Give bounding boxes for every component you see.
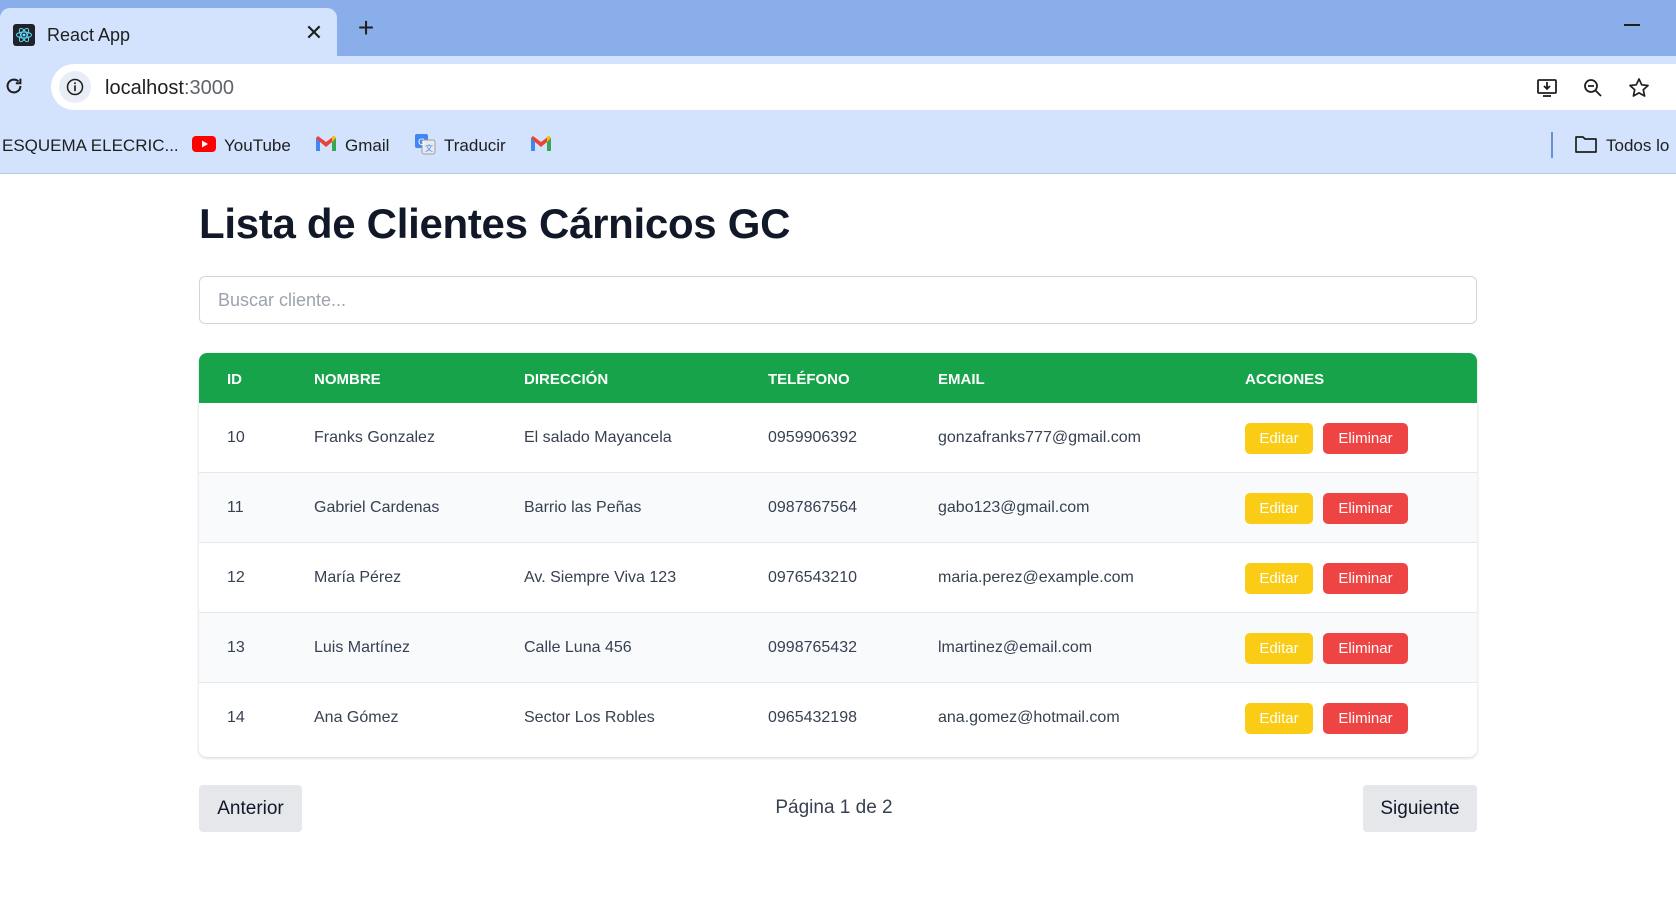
folder-icon (1574, 134, 1598, 159)
gmail-icon (315, 135, 337, 157)
delete-button[interactable]: Eliminar (1323, 703, 1408, 734)
edit-button[interactable]: Editar (1245, 563, 1313, 594)
table-row: 10 Franks Gonzalez El salado Mayancela 0… (199, 403, 1477, 473)
cell-id: 14 (227, 709, 245, 726)
cell-id: 13 (227, 639, 245, 656)
cell-nombre: Luis Martínez (314, 639, 411, 656)
page-title: Lista de Clientes Cárnicos GC (199, 200, 791, 247)
cell-telefono: 0965432198 (768, 709, 857, 726)
svg-text:G: G (418, 138, 425, 148)
bookmarks-bar: ESQUEMA ELECRIC... YouTube Gmail G文 Trad… (0, 118, 1676, 174)
cell-telefono: 0959906392 (768, 429, 857, 446)
edit-button[interactable]: Editar (1245, 703, 1313, 734)
bookmark-item-gmail[interactable]: Gmail (315, 133, 389, 159)
edit-button[interactable]: Editar (1245, 633, 1313, 664)
browser-tab[interactable]: React App ✕ (0, 8, 337, 56)
next-page-button[interactable]: Siguiente (1363, 785, 1477, 832)
bookmark-star-icon[interactable] (1626, 75, 1652, 101)
cell-nombre: Ana Gómez (314, 709, 399, 726)
bookmark-item-youtube[interactable]: YouTube (192, 133, 291, 159)
table-row: 12 María Pérez Av. Siempre Viva 123 0976… (199, 543, 1477, 613)
new-tab-icon[interactable]: + (352, 14, 380, 42)
clients-table: ID Nombre Dirección Teléfono Email Accio… (199, 353, 1477, 757)
cell-id: 11 (227, 499, 244, 516)
close-tab-icon[interactable]: ✕ (302, 21, 326, 45)
translate-icon: G文 (414, 133, 436, 160)
delete-button[interactable]: Eliminar (1323, 423, 1408, 454)
react-icon (13, 24, 35, 46)
site-info-icon[interactable] (59, 71, 91, 103)
table-header: ID Nombre Dirección Teléfono Email Accio… (199, 353, 1477, 403)
table-row: 14 Ana Gómez Sector Los Robles 096543219… (199, 683, 1477, 753)
cell-email: gabo123@gmail.com (938, 499, 1090, 516)
page-indicator: Página 1 de 2 (775, 797, 893, 818)
cell-nombre: María Pérez (314, 569, 402, 586)
bookmark-item[interactable]: ESQUEMA ELECRIC... (2, 133, 179, 159)
table-row: 11 Gabriel Cardenas Barrio las Peñas 098… (199, 473, 1477, 543)
gmail-icon (530, 135, 552, 157)
cell-email: lmartinez@email.com (938, 639, 1093, 656)
cell-direccion: Barrio las Peñas (524, 499, 642, 516)
minimize-window-icon[interactable] (1624, 24, 1640, 26)
cell-email: ana.gomez@hotmail.com (938, 709, 1120, 726)
column-header-id: ID (227, 371, 242, 388)
cell-email: gonzafranks777@gmail.com (938, 429, 1142, 446)
cell-id: 12 (227, 569, 245, 586)
column-header-telefono: Teléfono (768, 371, 850, 388)
delete-button[interactable]: Eliminar (1323, 493, 1408, 524)
cell-direccion: Av. Siempre Viva 123 (524, 569, 677, 586)
address-bar[interactable]: localhost:3000 (51, 64, 1676, 110)
browser-toolbar: localhost:3000 (0, 56, 1676, 118)
column-header-nombre: Nombre (314, 371, 381, 388)
reload-icon[interactable] (0, 72, 28, 100)
url-text: localhost:3000 (105, 77, 234, 99)
search-input[interactable] (199, 276, 1477, 324)
tab-strip: React App ✕ + (0, 0, 1676, 56)
cell-email: maria.perez@example.com (938, 569, 1134, 586)
tab-title: React App (47, 25, 131, 45)
bookmark-item-gmail-2[interactable] (530, 133, 552, 159)
cell-direccion: Sector Los Robles (524, 709, 655, 726)
cell-telefono: 0976543210 (768, 569, 857, 586)
edit-button[interactable]: Editar (1245, 423, 1313, 454)
cell-nombre: Franks Gonzalez (314, 429, 435, 446)
cell-nombre: Gabriel Cardenas (314, 499, 440, 516)
previous-page-button[interactable]: Anterior (199, 785, 302, 832)
bookmarks-separator (1551, 132, 1553, 158)
column-header-direccion: Dirección (524, 371, 609, 388)
delete-button[interactable]: Eliminar (1323, 563, 1408, 594)
cell-telefono: 0998765432 (768, 639, 857, 656)
zoom-icon[interactable] (1580, 75, 1606, 101)
cell-telefono: 0987867564 (768, 499, 857, 516)
edit-button[interactable]: Editar (1245, 493, 1313, 524)
table-row: 13 Luis Martínez Calle Luna 456 09987654… (199, 613, 1477, 683)
delete-button[interactable]: Eliminar (1323, 633, 1408, 664)
bookmark-item-traducir[interactable]: G文 Traducir (414, 133, 506, 159)
column-header-email: Email (938, 371, 985, 388)
cell-direccion: El salado Mayancela (524, 429, 672, 446)
cell-direccion: Calle Luna 456 (524, 639, 632, 656)
column-header-acciones: Acciones (1245, 371, 1325, 388)
cell-id: 10 (227, 429, 245, 446)
all-bookmarks-folder[interactable]: Todos lo (1574, 133, 1669, 159)
youtube-icon (192, 135, 216, 158)
svg-text:文: 文 (425, 143, 433, 153)
install-app-icon[interactable] (1534, 75, 1560, 101)
